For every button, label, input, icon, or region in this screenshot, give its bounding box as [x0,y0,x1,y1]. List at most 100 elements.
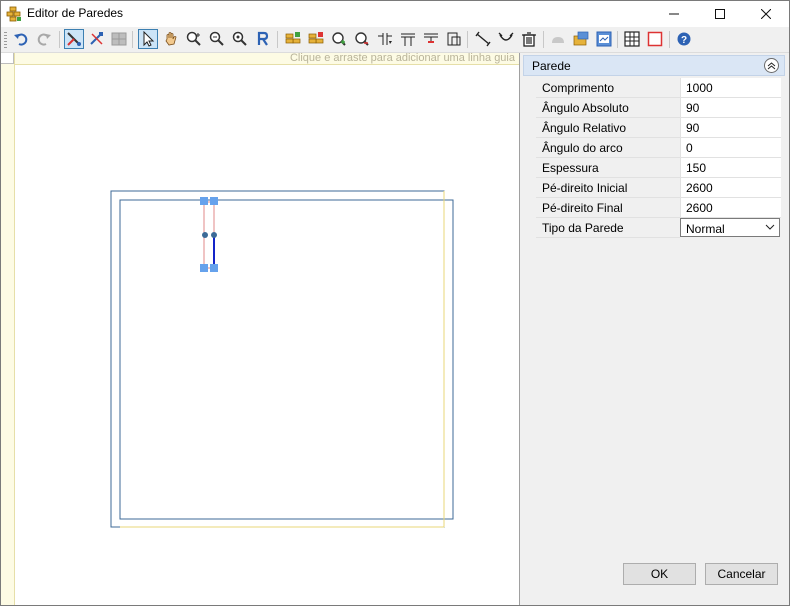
property-value[interactable]: 90 [680,98,781,118]
help-button[interactable]: ? [674,29,694,49]
add-door-button[interactable] [306,29,326,49]
redo-button[interactable] [34,29,54,49]
property-name-label: Espessura [542,161,599,175]
property-name: Espessura [536,158,680,178]
property-name: Ângulo do arco [536,138,680,158]
property-value-text: 90 [686,121,700,135]
disabled-icon [552,37,564,43]
maximize-button[interactable] [697,1,743,27]
rotate-button[interactable] [253,29,273,49]
trash-icon [522,32,536,47]
undo-button[interactable] [11,29,31,49]
toolbar: ? [1,27,789,53]
remove-opening-icon [355,32,369,46]
toolbar-separator [277,31,278,48]
square-button[interactable] [645,29,665,49]
table-button[interactable] [622,29,642,49]
inner-wall-outline[interactable] [119,199,454,520]
wall-editor-window: Editor de Paredes ? Clique e arraste par… [0,0,790,606]
wall-handle[interactable] [210,197,218,205]
wall-type-select[interactable]: Normal [680,218,780,237]
property-row-tipo-parede: Tipo da Parede Normal [536,218,781,238]
drawing-canvas[interactable]: Clique e arraste para adicionar uma linh… [1,52,520,605]
wall-options-icon [90,32,103,45]
outer-wall-outline[interactable] [110,190,445,528]
property-value[interactable]: 2600 [680,178,781,198]
chevron-down-icon [765,224,775,230]
minimize-icon [669,13,679,15]
property-value[interactable]: 0 [680,138,781,158]
pan-hand-icon [165,32,177,46]
zoom-out-button[interactable] [207,29,227,49]
property-row-pe-direito-final: Pé-direito Final 2600 [536,198,781,218]
title-bar: Editor de Paredes [1,1,789,27]
toolbar-separator [617,31,618,48]
property-name-label: Pé-direito Final [542,201,623,215]
toolbar-separator [59,31,60,48]
rotate-icon [257,31,269,46]
trash-button[interactable] [519,29,539,49]
section-header[interactable]: Parede [523,55,785,76]
property-value[interactable]: 90 [680,118,781,138]
property-row-angulo-arco: Ângulo do arco 0 [536,138,781,158]
property-name: Ângulo Relativo [536,118,680,138]
toolbar-grip[interactable] [4,32,7,48]
wall-midpoint-handle[interactable] [211,232,217,238]
add-window-icon [285,32,301,44]
help-icon: ? [677,32,691,46]
property-name-label: Ângulo Absoluto [542,101,629,115]
add-opening-icon [332,32,346,46]
undo-icon [14,33,28,46]
add-opening-button[interactable] [329,29,349,49]
property-value[interactable]: 150 [680,158,781,178]
minimize-button[interactable] [651,1,697,27]
measure-button[interactable] [473,29,493,49]
wall-drawing[interactable] [1,53,519,605]
zoom-fit-button[interactable] [230,29,250,49]
property-row-espessura: Espessura 150 [536,158,781,178]
property-value-text: 1000 [686,81,713,95]
select-pointer-icon [143,31,155,47]
close-button[interactable] [743,1,789,27]
draw-wall-button[interactable] [64,29,84,49]
redo-icon [37,33,51,46]
wall-handle[interactable] [200,264,208,272]
property-name-label: Pé-direito Inicial [542,181,628,195]
add-door-icon [308,32,324,44]
wall-options-button[interactable] [87,29,107,49]
wall-handle[interactable] [210,264,218,272]
add-window-button[interactable] [283,29,303,49]
toolbar-separator [132,31,133,48]
dimension-h-button[interactable] [375,29,395,49]
remove-opening-button[interactable] [352,29,372,49]
dimension-bottom-button[interactable] [421,29,441,49]
cancel-button[interactable]: Cancelar [705,563,778,585]
wall-midpoint-handle[interactable] [202,232,208,238]
image-icon [596,31,612,47]
pan-hand-button[interactable] [161,29,181,49]
grid-button[interactable] [109,29,129,49]
property-name: Comprimento [536,78,680,98]
collapse-button[interactable] [764,58,779,73]
property-value[interactable]: 1000 [680,78,781,98]
dimension-frame-button[interactable] [444,29,464,49]
wall-handle[interactable] [200,197,208,205]
open-folder-button[interactable] [571,29,591,49]
arc-button[interactable] [496,29,516,49]
property-value[interactable]: 2600 [680,198,781,218]
dimension-top-button[interactable] [398,29,418,49]
zoom-in-button[interactable] [184,29,204,49]
folder-icon [573,31,589,46]
image-button[interactable] [594,29,614,49]
select-pointer-button[interactable] [138,29,158,49]
property-name: Pé-direito Final [536,198,680,218]
measure-icon [475,31,491,47]
property-value-text: 2600 [686,201,713,215]
svg-text:?: ? [681,35,687,46]
disabled-button[interactable] [548,29,568,49]
maximize-icon [715,9,725,19]
app-icon [6,6,21,22]
toolbar-separator [669,31,670,48]
ok-button[interactable]: OK [623,563,696,585]
property-name-label: Comprimento [542,81,615,95]
